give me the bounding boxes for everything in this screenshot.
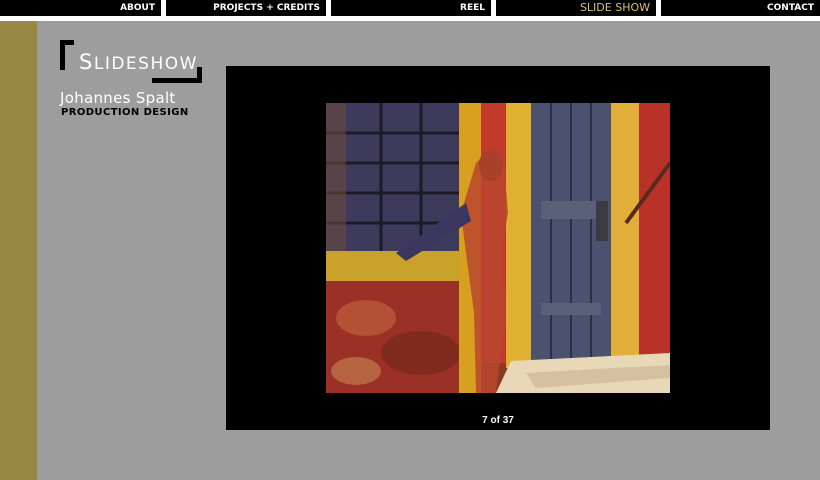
designer-title: PRODUCTION DESIGN xyxy=(61,107,189,118)
accent-sidebar xyxy=(0,21,37,480)
logo-wordmark: SLIDESHOW xyxy=(79,50,198,74)
nav-about[interactable]: ABOUT xyxy=(0,0,161,16)
slide-photo-art xyxy=(326,103,670,393)
slideshow-viewer: 7 of 37 xyxy=(226,66,770,430)
main-area: SLIDESHOW Johannes Spalt PRODUCTION DESI… xyxy=(0,21,820,480)
nav-reel[interactable]: REEL xyxy=(331,0,491,16)
top-navigation: ABOUT PROJECTS + CREDITS REEL SLIDE SHOW… xyxy=(0,0,820,18)
logo-word-initial: S xyxy=(79,50,94,74)
slide-counter: 7 of 37 xyxy=(482,415,514,426)
designer-name: Johannes Spalt xyxy=(60,89,176,107)
slide-photo[interactable] xyxy=(326,103,670,393)
logo-word-rest: LIDESHOW xyxy=(93,54,198,74)
nav-projects-credits[interactable]: PROJECTS + CREDITS xyxy=(166,0,326,16)
nav-slide-show[interactable]: SLIDE SHOW xyxy=(496,0,656,16)
logo-bracket-top-left xyxy=(60,40,74,70)
nav-contact[interactable]: CONTACT xyxy=(661,0,820,16)
